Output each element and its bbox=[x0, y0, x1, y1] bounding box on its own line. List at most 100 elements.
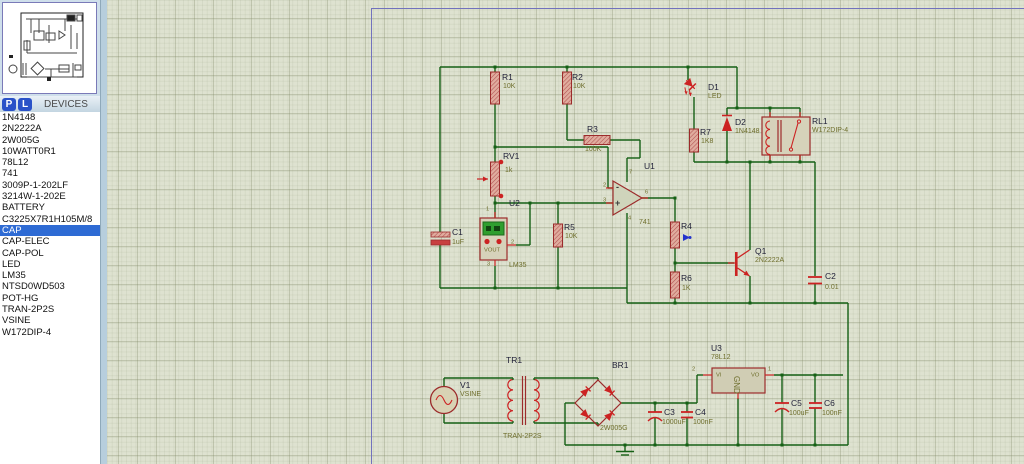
probe-marker-icon[interactable] bbox=[683, 234, 692, 241]
component-r1[interactable] bbox=[490, 71, 500, 105]
component-r7[interactable] bbox=[689, 128, 699, 153]
u1-pin-out: 6 bbox=[645, 188, 649, 195]
component-r6[interactable] bbox=[670, 271, 680, 299]
value-v1: VSINE bbox=[460, 391, 482, 398]
value-c1: 1uF bbox=[452, 239, 465, 246]
label-r6: R6 bbox=[681, 273, 692, 283]
value-c6: 100nF bbox=[822, 410, 842, 417]
value-r2: 10K bbox=[573, 83, 586, 90]
device-list-item[interactable]: 3009P-1-202LF bbox=[0, 180, 100, 191]
label-c6: C6 bbox=[824, 398, 835, 408]
device-list-item[interactable]: 2W005G bbox=[0, 135, 100, 146]
value-tr1: TRAN-2P2S bbox=[503, 433, 542, 440]
component-r2[interactable] bbox=[562, 71, 572, 105]
library-button[interactable]: L bbox=[18, 97, 32, 111]
component-r4[interactable] bbox=[670, 221, 680, 249]
u3-vi-label: VI bbox=[716, 371, 722, 378]
device-list-item[interactable]: NTSD0WD503 bbox=[0, 281, 100, 292]
value-d1: LED bbox=[708, 93, 722, 100]
component-rv1[interactable] bbox=[477, 159, 504, 199]
value-c2: 0.01 bbox=[825, 284, 839, 291]
device-list-item[interactable]: 10WATT0R1 bbox=[0, 146, 100, 157]
label-u1: U1 bbox=[644, 161, 655, 171]
label-r2: R2 bbox=[572, 72, 583, 82]
device-list-item[interactable]: LM35 bbox=[0, 270, 100, 281]
u1-pin-noninv: 3 bbox=[603, 196, 607, 203]
label-br1: BR1 bbox=[612, 360, 629, 370]
label-r4: R4 bbox=[681, 221, 692, 231]
label-c1: C1 bbox=[452, 227, 463, 237]
value-u2: LM35 bbox=[509, 262, 527, 269]
component-q1[interactable] bbox=[728, 249, 750, 277]
component-rl1-relay[interactable] bbox=[761, 112, 811, 160]
label-c5: C5 bbox=[791, 398, 802, 408]
sidebar: P L DEVICES 1N4148 2N2222A 2W005G 10WATT… bbox=[0, 0, 100, 464]
u2-pin3: 3 bbox=[487, 260, 491, 267]
label-q1: Q1 bbox=[755, 246, 767, 256]
component-u1-741[interactable] bbox=[606, 179, 648, 217]
component-d2[interactable] bbox=[722, 114, 732, 132]
label-d2: D2 bbox=[735, 117, 746, 127]
u3-vo-label: VO bbox=[751, 371, 760, 378]
component-c1[interactable] bbox=[430, 231, 451, 246]
u1-minus-sign: - bbox=[616, 182, 619, 192]
device-list-item[interactable]: POT-HG bbox=[0, 293, 100, 304]
device-list-item[interactable]: W172DIP-4 bbox=[0, 327, 100, 338]
label-rl1: RL1 bbox=[812, 116, 828, 126]
device-list-item[interactable]: 741 bbox=[0, 168, 100, 179]
component-r5[interactable] bbox=[553, 223, 563, 248]
component-c2[interactable] bbox=[808, 276, 822, 285]
u2-pin1: 1 bbox=[486, 205, 490, 212]
device-list-item[interactable]: VSINE bbox=[0, 315, 100, 326]
device-list-item[interactable]: 78L12 bbox=[0, 157, 100, 168]
u1-pin-vplus: 7 bbox=[629, 168, 633, 175]
label-c3: C3 bbox=[664, 407, 675, 417]
device-list-item[interactable]: 1N4148 bbox=[0, 112, 100, 123]
proteus-window: R1 10K R2 10K R3 100K RV1 1k U2 LM35 VOU… bbox=[0, 0, 1024, 464]
label-c2: C2 bbox=[825, 271, 836, 281]
label-r3: R3 bbox=[587, 124, 598, 134]
u3-pin-out: 1 bbox=[768, 365, 772, 372]
device-list-item[interactable]: 3214W-1-202E bbox=[0, 191, 100, 202]
component-br1-bridge[interactable] bbox=[574, 379, 622, 427]
component-v1-vsine[interactable] bbox=[429, 385, 459, 415]
value-c3: 1000uF bbox=[662, 419, 686, 426]
ground-icon bbox=[616, 450, 634, 456]
device-list-item[interactable]: 2N2222A bbox=[0, 123, 100, 134]
device-list-item[interactable]: C3225X7R1H105M/8 bbox=[0, 214, 100, 225]
value-rl1: W172DIP-4 bbox=[812, 127, 849, 134]
value-r6: 1K bbox=[682, 285, 691, 292]
value-r1: 10K bbox=[503, 83, 516, 90]
value-r7: 1K8 bbox=[701, 138, 714, 145]
label-v1: V1 bbox=[460, 380, 471, 390]
pick-devices-button[interactable]: P bbox=[2, 97, 16, 111]
u1-pin-inv: 2 bbox=[603, 181, 607, 188]
label-rv1: RV1 bbox=[503, 151, 520, 161]
overview-minimap[interactable] bbox=[2, 2, 97, 94]
device-list-item[interactable]: TRAN-2P2S bbox=[0, 304, 100, 315]
object-selector-header: P L DEVICES bbox=[0, 96, 100, 112]
device-list[interactable]: 1N4148 2N2222A 2W005G 10WATT0R1 78L12 74… bbox=[0, 112, 100, 464]
label-r7: R7 bbox=[700, 127, 711, 137]
device-list-item[interactable]: LED bbox=[0, 259, 100, 270]
component-c6[interactable] bbox=[809, 402, 822, 409]
component-tr1-transformer[interactable] bbox=[507, 376, 540, 425]
device-list-item[interactable]: CAP-ELEC bbox=[0, 236, 100, 247]
value-c5: 100uF bbox=[789, 410, 809, 417]
component-c4[interactable] bbox=[681, 411, 693, 419]
value-d2: 1N4148 bbox=[735, 128, 760, 135]
label-r5: R5 bbox=[564, 222, 575, 232]
device-list-item-selected[interactable]: CAP bbox=[0, 224, 100, 237]
value-u1: 741 bbox=[639, 219, 651, 226]
schematic-drawing[interactable] bbox=[0, 0, 1024, 464]
u1-plus-sign: + bbox=[615, 198, 621, 208]
value-r3: 100K bbox=[585, 146, 602, 153]
value-q1: 2N2222A bbox=[755, 257, 785, 264]
value-c4: 100nF bbox=[693, 419, 713, 426]
value-u3: 78L12 bbox=[711, 354, 731, 361]
component-d1-led[interactable] bbox=[679, 77, 699, 97]
device-list-item[interactable]: BATTERY bbox=[0, 202, 100, 213]
device-list-item[interactable]: CAP-POL bbox=[0, 248, 100, 259]
value-br1: 2W005G bbox=[600, 425, 628, 432]
component-r3[interactable] bbox=[583, 135, 611, 145]
